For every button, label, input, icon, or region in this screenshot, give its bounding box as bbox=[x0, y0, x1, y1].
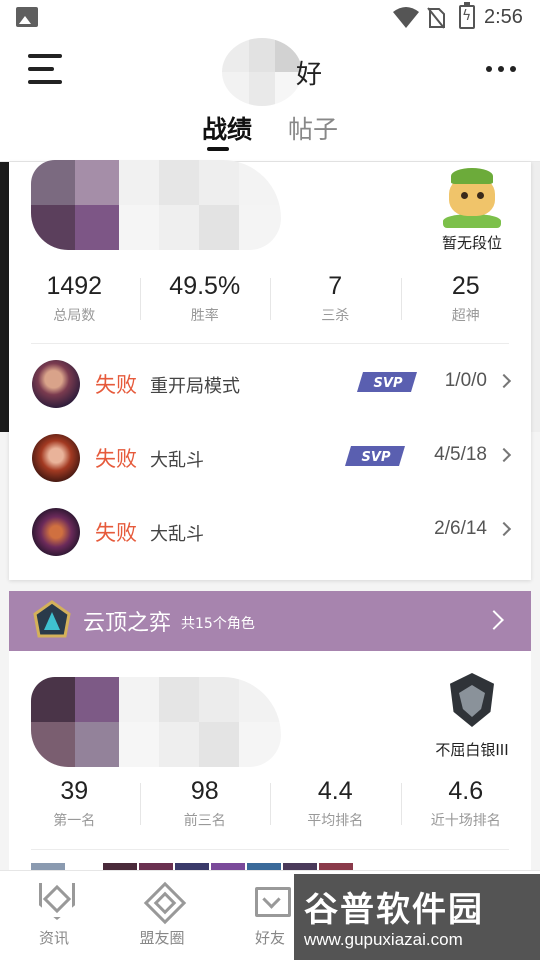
svp-badge-icon: SVP bbox=[357, 372, 417, 392]
stat-win-rate: 49.5% 胜率 bbox=[139, 272, 271, 342]
champion-icon bbox=[32, 508, 80, 556]
svp-badge-icon: SVP bbox=[345, 446, 405, 466]
svg-text:SVP: SVP bbox=[374, 376, 403, 391]
chevron-right-icon bbox=[496, 521, 512, 537]
no-sim-icon bbox=[427, 7, 445, 29]
lol-record-card: 暂无段位 1492 总局数 49.5% 胜率 7 三杀 25 超神 失败 重开局模式 S… bbox=[9, 160, 531, 580]
svg-text:SVP: SVP bbox=[362, 450, 391, 465]
silver-rank-emblem-icon bbox=[442, 669, 502, 735]
watermark-url: www.gupuxiazai.com bbox=[304, 930, 463, 949]
profile-header: 好 战绩 帖子 bbox=[0, 36, 540, 162]
blurred-player-info bbox=[31, 677, 281, 767]
nav-news[interactable]: 资讯 bbox=[14, 883, 94, 948]
player-name: 好 bbox=[296, 60, 323, 90]
nav-label: 资讯 bbox=[38, 929, 69, 947]
match-result: 失败 bbox=[95, 521, 137, 545]
tft-logo-icon bbox=[33, 600, 71, 638]
tft-title: 云顶之弈 bbox=[83, 611, 172, 636]
stat-legendary: 25 超神 bbox=[400, 272, 532, 342]
stat-total-games: 1492 总局数 bbox=[46, 272, 103, 324]
menu-icon[interactable] bbox=[28, 54, 64, 84]
match-row[interactable]: 失败 重开局模式 SVP 1/0/0 bbox=[9, 350, 531, 424]
tft-record-card: 不屈白银III 39 第一名 98 前三名 4.4 平均排名 4.6 近十场排名 bbox=[9, 651, 531, 891]
status-bar: 2:56 bbox=[0, 0, 540, 36]
tft-rank-label: 不屈白银III bbox=[435, 741, 509, 759]
rank-badge[interactable]: 暂无段位 bbox=[427, 168, 517, 253]
lol-stats: 1492 总局数 49.5% 胜率 7 三杀 25 超神 bbox=[9, 272, 531, 342]
nav-label: 盟友圈 bbox=[139, 929, 185, 947]
gallery-icon bbox=[16, 7, 38, 27]
stat-average-rank: 4.4 平均排名 bbox=[270, 777, 401, 847]
chevron-right-icon bbox=[496, 373, 512, 389]
champion-icon bbox=[32, 360, 80, 408]
tft-section-header[interactable]: 云顶之弈 共15个角色 bbox=[9, 591, 531, 651]
nav-ally-circle[interactable]: 盟友圈 bbox=[122, 883, 202, 948]
news-icon bbox=[37, 883, 71, 917]
more-icon[interactable] bbox=[486, 66, 518, 74]
match-kda: 1/0/0 bbox=[444, 370, 487, 391]
match-row[interactable]: 失败 大乱斗 2/6/14 bbox=[9, 498, 531, 572]
stat-top-three: 98 前三名 bbox=[139, 777, 271, 847]
active-tab-indicator bbox=[207, 147, 229, 151]
match-mode: 重开局模式 bbox=[150, 376, 240, 397]
divider bbox=[31, 343, 509, 344]
match-mode: 大乱斗 bbox=[150, 450, 204, 471]
wifi-icon bbox=[393, 7, 419, 28]
avatar[interactable] bbox=[222, 38, 302, 106]
watermark-title: 谷普软件园 bbox=[304, 890, 484, 930]
friends-icon bbox=[253, 883, 291, 917]
chevron-right-icon bbox=[484, 610, 504, 630]
watermark: 谷普软件园 www.gupuxiazai.com bbox=[294, 874, 540, 960]
tft-character-count: 共15个角色 bbox=[181, 616, 255, 632]
match-result: 失败 bbox=[95, 447, 137, 471]
clock: 2:56 bbox=[484, 6, 523, 28]
blurred-player-info bbox=[31, 160, 281, 250]
rank-label: 暂无段位 bbox=[441, 234, 502, 252]
unranked-emblem-icon bbox=[441, 168, 503, 228]
tft-rank-badge[interactable]: 不屈白银III bbox=[427, 669, 517, 760]
champion-icon bbox=[32, 434, 80, 482]
match-mode: 大乱斗 bbox=[150, 524, 204, 545]
match-result: 失败 bbox=[95, 373, 137, 397]
tab-record[interactable]: 战绩 bbox=[202, 110, 252, 146]
battery-charging-icon bbox=[459, 2, 475, 29]
stat-triple-kills: 7 三杀 bbox=[270, 272, 401, 342]
tab-posts[interactable]: 帖子 bbox=[288, 110, 338, 146]
match-kda: 2/6/14 bbox=[434, 518, 487, 539]
match-kda: 4/5/18 bbox=[434, 444, 487, 465]
chevron-right-icon bbox=[496, 447, 512, 463]
stat-first-place: 39 第一名 bbox=[53, 777, 96, 829]
stat-recent-ten-rank: 4.6 近十场排名 bbox=[400, 777, 532, 847]
divider bbox=[31, 849, 509, 850]
tft-stats: 39 第一名 98 前三名 4.4 平均排名 4.6 近十场排名 bbox=[9, 777, 531, 847]
match-row[interactable]: 失败 大乱斗 SVP 4/5/18 bbox=[9, 424, 531, 498]
ally-circle-icon bbox=[145, 883, 179, 917]
